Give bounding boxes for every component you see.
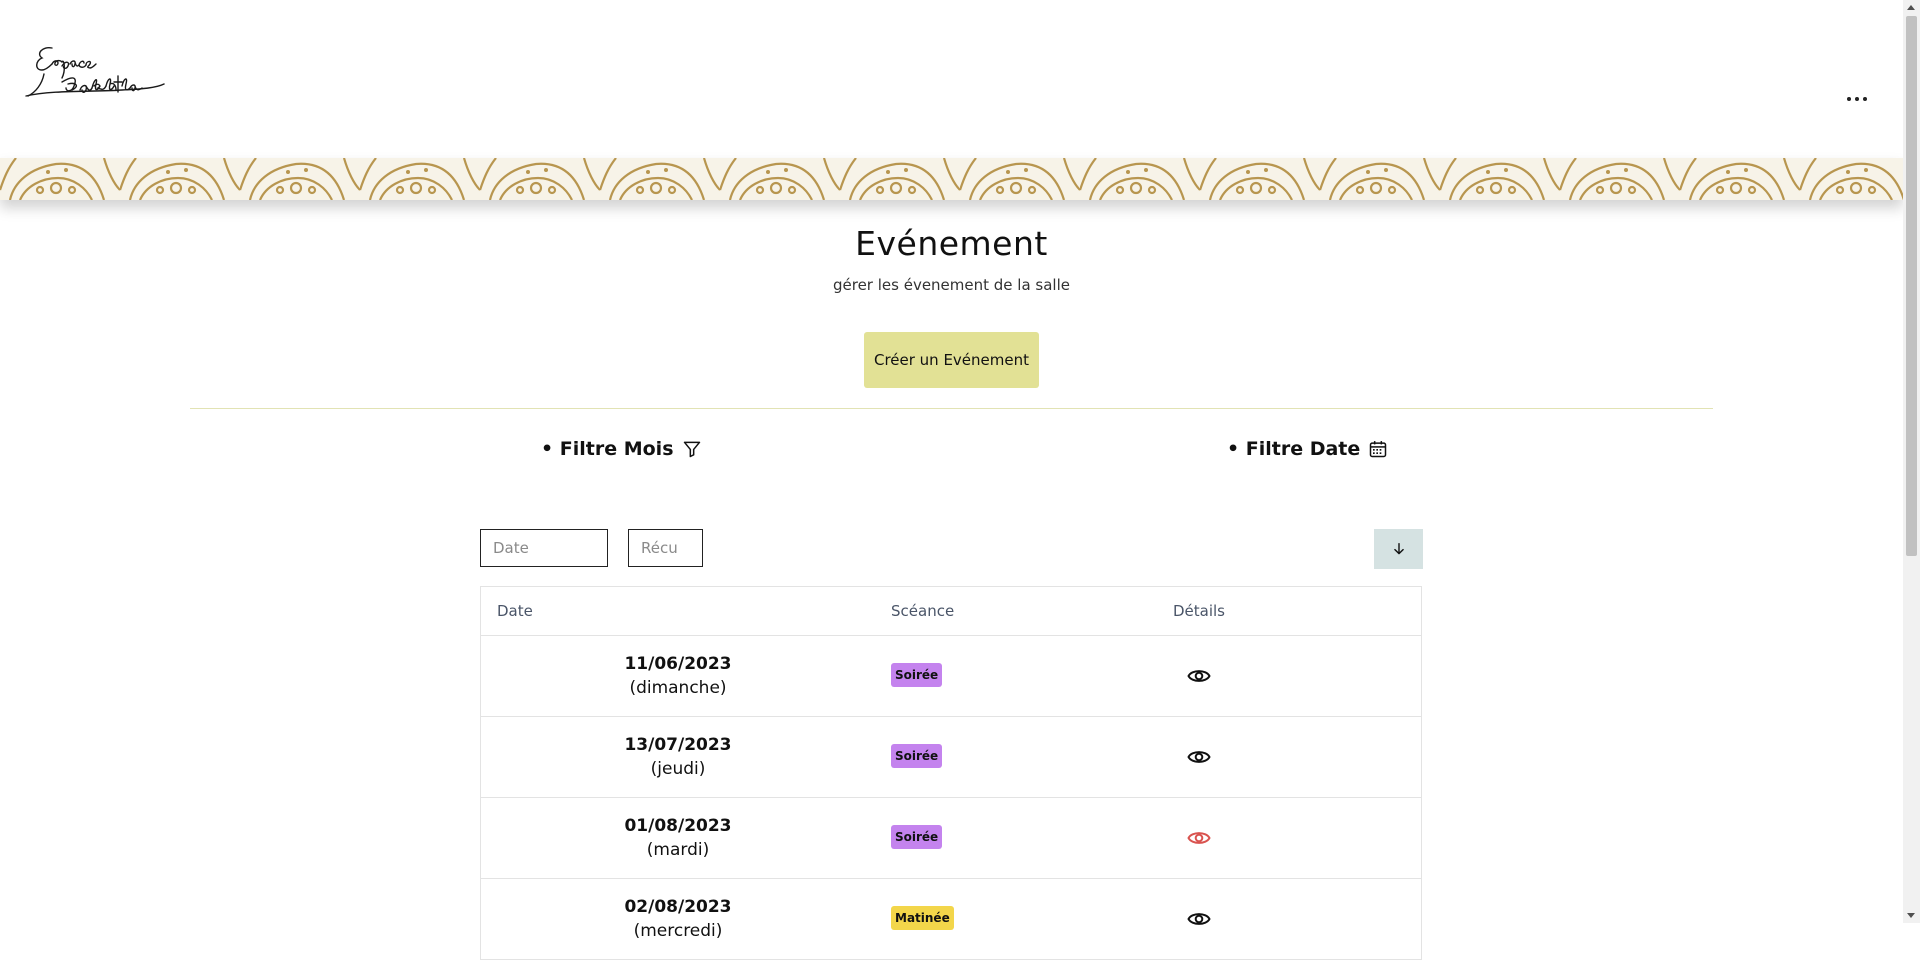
table-row: 11/06/2023 (dimanche) Soirée (481, 636, 1421, 717)
event-date-cell: 11/06/2023 (dimanche) (481, 652, 875, 700)
event-date-cell: 02/08/2023 (mercredi) (481, 895, 875, 943)
seance-badge: Matinée (891, 906, 954, 930)
event-weekday: (dimanche) (629, 678, 727, 698)
events-table: Date Scéance Détails 11/06/2023 (dimanch… (480, 586, 1422, 960)
table-row: 02/08/2023 (mercredi) Matinée (481, 879, 1421, 960)
filter-month-toggle[interactable]: • Filtre Mois (541, 438, 702, 460)
page-scrollbar[interactable] (1903, 0, 1920, 923)
create-event-button[interactable]: Créer un Evénement (864, 332, 1039, 388)
column-header-date[interactable]: Date (497, 602, 533, 620)
filter-date-label: • Filtre Date (1227, 438, 1361, 460)
more-horizontal-icon-dot (1855, 97, 1859, 101)
view-details-eye-icon[interactable] (1187, 908, 1211, 930)
event-date-cell: 13/07/2023 (jeudi) (481, 733, 875, 781)
site-header (0, 0, 1903, 160)
filter-date-toggle[interactable]: • Filtre Date (1227, 438, 1388, 460)
seance-badge: Soirée (891, 825, 943, 849)
table-row: 01/08/2023 (mardi) Soirée (481, 798, 1421, 879)
scroll-up-arrow[interactable] (1907, 5, 1915, 10)
column-header-seance[interactable]: Scéance (891, 602, 954, 620)
event-date: 01/08/2023 (624, 816, 732, 836)
event-date-cell: 01/08/2023 (mardi) (481, 814, 875, 862)
calendar-icon (1370, 441, 1387, 458)
filter-icon (683, 441, 700, 458)
scrollbar-thumb[interactable] (1906, 16, 1917, 556)
column-header-details[interactable]: Détails (1173, 602, 1225, 620)
sort-button[interactable] (1374, 529, 1423, 569)
more-menu-button[interactable] (1840, 86, 1874, 112)
receipt-search-input[interactable] (628, 529, 703, 567)
view-details-eye-icon[interactable] (1187, 827, 1211, 849)
event-weekday: (jeudi) (650, 759, 706, 779)
table-row: 13/07/2023 (jeudi) Soirée (481, 717, 1421, 798)
page-title: Evénement (855, 224, 1048, 263)
event-date: 13/07/2023 (624, 735, 732, 755)
more-horizontal-icon-dot (1863, 97, 1867, 101)
event-date: 11/06/2023 (624, 654, 732, 674)
ornament-pattern (0, 158, 1903, 200)
seance-badge: Soirée (891, 744, 943, 768)
more-horizontal-icon (1847, 97, 1851, 101)
arrow-down-icon (1393, 543, 1404, 555)
seance-badge: Soirée (891, 663, 943, 687)
view-details-eye-icon[interactable] (1187, 665, 1211, 687)
decorative-banner (0, 158, 1903, 200)
table-header: Date Scéance Détails (481, 587, 1421, 636)
filter-month-label: • Filtre Mois (541, 438, 674, 460)
section-divider (190, 408, 1713, 409)
page-subtitle: gérer les évenement de la salle (832, 276, 1070, 294)
view-details-eye-icon[interactable] (1187, 746, 1211, 768)
date-search-input[interactable] (480, 529, 608, 567)
logo-script-image (25, 46, 165, 97)
event-date: 02/08/2023 (624, 897, 732, 917)
brand-logo[interactable] (22, 40, 168, 102)
event-weekday: (mardi) (646, 840, 710, 860)
scroll-down-arrow[interactable] (1907, 913, 1915, 918)
